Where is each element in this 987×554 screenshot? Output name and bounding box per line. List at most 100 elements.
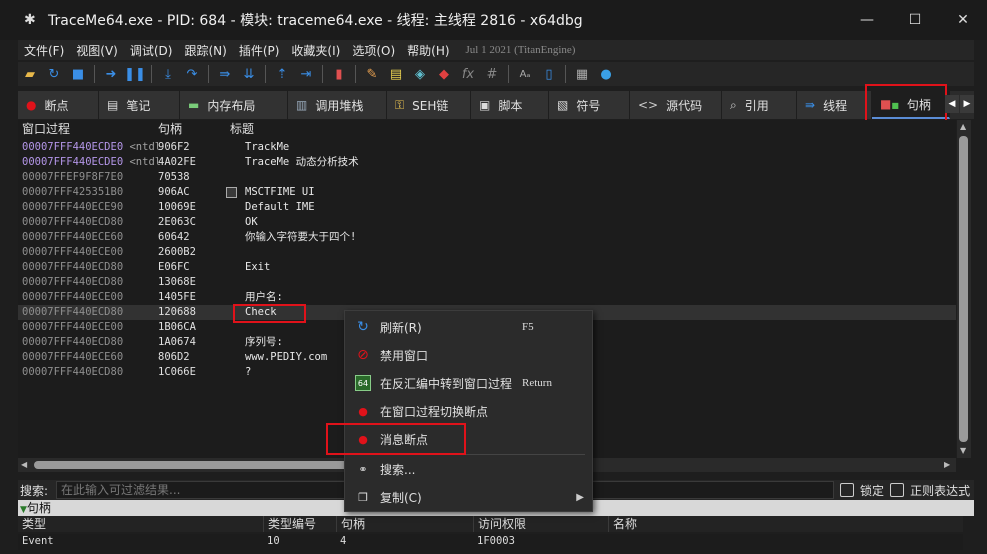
menu-item-copy[interactable]: ❐ 复制(C) ▶ — [345, 483, 592, 511]
wndproc-cell: 00007FFF425351B0 — [22, 186, 124, 198]
wndproc-cell: 00007FFF440ECE00 — [22, 321, 124, 333]
menu-help[interactable]: 帮助(H) — [401, 42, 455, 59]
menu-bar: 文件(F) 视图(V) 调试(D) 跟踪(N) 插件(P) 收藏夹(I) 选项(… — [18, 40, 974, 60]
restart-icon[interactable]: ↻ — [42, 63, 66, 85]
menu-item-goto-wndproc[interactable]: 64 在反汇编中转到窗口过程 Return — [345, 369, 592, 397]
handle-cell: 1405FE — [158, 291, 196, 303]
menu-debug[interactable]: 调试(D) — [124, 42, 179, 59]
step-into-icon[interactable]: ⤓ — [156, 63, 180, 85]
handle-cell: 4A02FE — [158, 156, 196, 168]
maximize-button[interactable]: ☐ — [891, 0, 939, 40]
scylla-icon[interactable]: ▮ — [327, 63, 351, 85]
menu-options[interactable]: 选项(O) — [346, 42, 401, 59]
handle-cell: 1A0674 — [158, 336, 196, 348]
menu-favourites[interactable]: 收藏夹(I) — [285, 42, 346, 59]
tab-threads[interactable]: ⇛ 线程 — [797, 91, 872, 119]
handle-cell: 2600B2 — [158, 246, 196, 258]
table-row[interactable]: 00007FFF440ECD80 E06FC Exit — [18, 260, 956, 275]
table-row[interactable]: Event 10 4 1F0003 — [18, 534, 963, 550]
handle-cell: 70538 — [158, 171, 190, 183]
col-header-handle[interactable]: 句柄 — [158, 120, 182, 138]
table-row[interactable]: 00007FFF440ECDE0 <ntdl 906F2 TrackMe — [18, 140, 956, 155]
tab-call-stack[interactable]: ▥ 调用堆栈 — [288, 91, 387, 119]
x64dbg-bug-icon: ✱ — [24, 12, 36, 28]
tab-references[interactable]: ⌕ 引用 — [722, 91, 797, 119]
trace-over-icon[interactable]: ⇊ — [237, 63, 261, 85]
col-header-access[interactable]: 访问权限 — [473, 516, 526, 532]
context-menu: ↻ 刷新(R) F5 ⊘ 禁用窗口 64 在反汇编中转到窗口过程 Return … — [344, 310, 593, 512]
comments-icon[interactable]: ▤ — [384, 63, 408, 85]
stop-icon[interactable]: ■ — [66, 63, 90, 85]
close-button[interactable]: ✕ — [939, 0, 987, 40]
run-to-user-code-icon[interactable]: ⇥ — [294, 63, 318, 85]
globe-icon[interactable]: ● — [594, 63, 618, 85]
toolbar: ▰ ↻ ■ ➜ ❚❚ ⤓ ↷ ⇛ ⇊ ⇡ ⇥ ▮ ✎ ▤ ◈ ◆ fx # Aₐ… — [18, 62, 974, 86]
patch-icon[interactable]: ✎ — [360, 63, 384, 85]
table-row[interactable]: 00007FFF425351B0 906AC MSCTFIME UI — [18, 185, 956, 200]
device-icon[interactable]: ▯ — [537, 63, 561, 85]
labels-icon[interactable]: ◈ — [408, 63, 432, 85]
calculator-icon[interactable]: ▦ — [570, 63, 594, 85]
title-cell: MSCTFIME UI — [245, 186, 315, 198]
table-row[interactable]: 00007FFEF9F8F7E0 70538 — [18, 170, 956, 185]
menu-view[interactable]: 视图(V) — [70, 42, 124, 59]
table-row[interactable]: 00007FFF440ECE90 10069E Default IME — [18, 200, 956, 215]
col-header-handle-value[interactable]: 句柄 — [336, 516, 365, 532]
menu-trace[interactable]: 跟踪(N) — [178, 42, 232, 59]
title-cell: 序列号: — [245, 336, 283, 348]
handle-cell: 906AC — [158, 186, 190, 198]
hash-icon[interactable]: # — [480, 63, 504, 85]
tab-seh-chain[interactable]: ⚿ SEH链 — [387, 91, 471, 119]
tab-bar: ● 断点 ▤ 笔记 ▬ 内存布局 ▥ 调用堆栈 ⚿ SEH链 ▣ 脚本 ▧ 符号 <> 源代码 … — [18, 91, 974, 119]
regex-checkbox[interactable]: 正则表达式 — [890, 482, 970, 499]
tab-script[interactable]: ▣ 脚本 — [471, 91, 549, 119]
window-checkbox-icon — [226, 187, 237, 198]
wndproc-cell: 00007FFF440ECE60 — [22, 351, 124, 363]
col-header-title[interactable]: 标题 — [230, 120, 254, 138]
open-folder-icon[interactable]: ▰ — [18, 63, 42, 85]
col-header-name[interactable]: 名称 — [608, 516, 637, 532]
tab-breakpoints[interactable]: ● 断点 — [18, 91, 99, 119]
table-row[interactable]: 00007FFF440ECDE0 <ntdl 4A02FE TraceMe 动态分析… — [18, 155, 956, 170]
minimize-button[interactable]: — — [843, 0, 891, 40]
table-row[interactable]: 00007FFF440ECD80 13068E — [18, 275, 956, 290]
vertical-scrollbar[interactable]: ▲ ▼ — [957, 120, 971, 458]
tab-notes[interactable]: ▤ 笔记 — [99, 91, 180, 119]
handle-cell: 2E063C — [158, 216, 196, 228]
handle-cell: 1C066E — [158, 366, 196, 378]
vertical-scroll-thumb[interactable] — [959, 136, 968, 442]
menu-file[interactable]: 文件(F) — [18, 42, 70, 59]
pause-icon[interactable]: ❚❚ — [123, 63, 147, 85]
menu-item-disable-window[interactable]: ⊘ 禁用窗口 — [345, 341, 592, 369]
lock-checkbox[interactable]: 锁定 — [840, 482, 884, 499]
wndproc-cell: 00007FFF440ECD80 — [22, 261, 124, 273]
menu-item-refresh[interactable]: ↻ 刷新(R) F5 — [345, 313, 592, 341]
execute-till-return-icon[interactable]: ⇡ — [270, 63, 294, 85]
run-icon[interactable]: ➜ — [99, 63, 123, 85]
table-row[interactable]: 00007FFF440ECE60 60642 你输入字符要大于四个! — [18, 230, 956, 245]
menu-item-search[interactable]: ⚭ 搜索... — [345, 455, 592, 483]
col-header-wndproc[interactable]: 窗口过程 — [22, 120, 70, 138]
bookmarks-icon[interactable]: ◆ — [432, 63, 456, 85]
menu-item-toggle-bp-wndproc[interactable]: ● 在窗口过程切换断点 — [345, 397, 592, 425]
tab-symbols[interactable]: ▧ 符号 — [549, 91, 630, 119]
title-bar: ✱ TraceMe64.exe - PID: 684 - 模块: traceme… — [0, 0, 987, 40]
tab-scroll-left-icon[interactable]: ◀ — [945, 95, 959, 113]
tab-source[interactable]: <> 源代码 — [630, 91, 722, 119]
menu-plugins[interactable]: 插件(P) — [233, 42, 286, 59]
font-icon[interactable]: Aₐ — [513, 63, 537, 85]
trace-into-icon[interactable]: ⇛ — [213, 63, 237, 85]
wndproc-cell: 00007FFF440ECE00 — [22, 291, 124, 303]
toggle-breakpoint-icon: ● — [358, 404, 368, 418]
thread-icon: ⇛ — [805, 98, 816, 112]
table-row[interactable]: 00007FFF440ECD80 2E063C OK — [18, 215, 956, 230]
col-header-type[interactable]: 类型 — [18, 516, 46, 532]
col-header-type-number[interactable]: 类型编号 — [263, 516, 316, 532]
step-over-icon[interactable]: ↷ — [180, 63, 204, 85]
tab-memory-map[interactable]: ▬ 内存布局 — [180, 91, 288, 119]
table-row[interactable]: 00007FFF440ECE00 1405FE 用户名: — [18, 290, 956, 305]
table-row[interactable]: 00007FFF440ECE00 2600B2 — [18, 245, 956, 260]
tab-scroll-right-icon[interactable]: ▶ — [960, 95, 974, 113]
functions-icon[interactable]: fx — [456, 63, 480, 85]
disasm-goto-icon: 64 — [355, 375, 371, 391]
